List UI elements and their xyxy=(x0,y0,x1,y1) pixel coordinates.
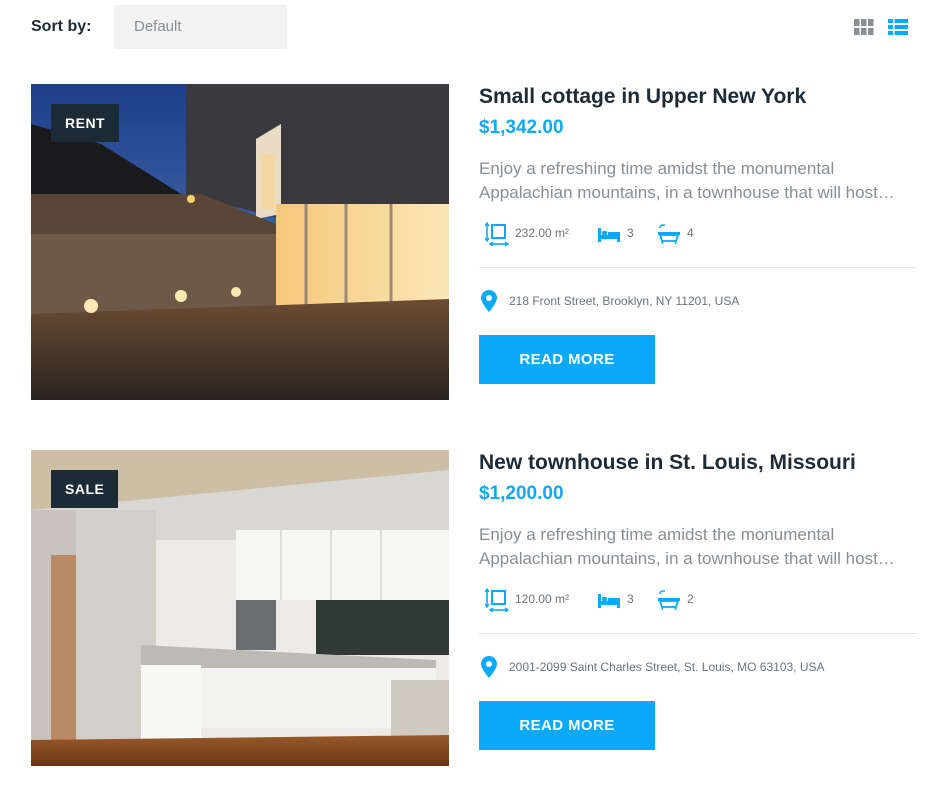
location-pin-icon xyxy=(481,290,497,312)
description-line: Appalachian mountains, in a townhouse th… xyxy=(479,549,895,568)
list-view-icon[interactable] xyxy=(888,19,908,35)
description-line: Enjoy a refreshing time amidst the monum… xyxy=(479,159,835,178)
listing-badge: SALE xyxy=(51,470,119,508)
divider xyxy=(479,267,917,268)
area-feature: 120.00 m² xyxy=(485,588,585,612)
sort-label: Sort by: xyxy=(31,18,92,35)
bed-icon xyxy=(598,228,620,242)
grid-view-icon[interactable] xyxy=(854,19,874,35)
listing-title[interactable]: Small cottage in Upper New York xyxy=(479,85,806,109)
address-text: 2001-2099 Saint Charles Street, St. Loui… xyxy=(509,660,825,674)
description-line: Enjoy a refreshing time amidst the monum… xyxy=(479,525,835,544)
listing-price: $1,200.00 xyxy=(479,483,564,504)
bathrooms-feature: 2 xyxy=(657,588,707,612)
bedrooms-value: 3 xyxy=(627,226,634,240)
read-more-button[interactable]: READ MORE xyxy=(479,701,655,750)
listing-description: Enjoy a refreshing time amidst the monum… xyxy=(479,157,917,205)
listing-info: New townhouse in St. Louis, Missouri $1,… xyxy=(479,450,917,766)
listing-address: 218 Front Street, Brooklyn, NY 11201, US… xyxy=(479,290,917,314)
bathtub-icon xyxy=(658,224,680,245)
sort-toolbar: Sort by: Default xyxy=(31,5,916,49)
listing-address: 2001-2099 Saint Charles Street, St. Loui… xyxy=(479,656,917,680)
area-value: 232.00 m² xyxy=(515,226,570,240)
divider xyxy=(479,633,917,634)
bathtub-icon xyxy=(658,590,680,611)
location-pin-icon xyxy=(481,656,497,678)
area-value: 120.00 m² xyxy=(515,592,570,606)
read-more-button[interactable]: READ MORE xyxy=(479,335,655,384)
listing-photo[interactable]: RENT xyxy=(31,84,449,400)
bed-icon xyxy=(598,594,620,608)
description-line: Appalachian mountains, in a townhouse th… xyxy=(479,183,895,202)
bathrooms-feature: 4 xyxy=(657,222,707,246)
listing-features: 120.00 m² 3 2 xyxy=(485,588,915,612)
view-toggle xyxy=(854,19,916,39)
area-feature: 232.00 m² xyxy=(485,222,585,246)
bedrooms-feature: 3 xyxy=(597,222,647,246)
listing-card: SALE New townhouse in St. Louis, Missour… xyxy=(31,450,917,766)
bathrooms-value: 4 xyxy=(687,226,694,240)
address-text: 218 Front Street, Brooklyn, NY 11201, US… xyxy=(509,294,740,308)
bedrooms-feature: 3 xyxy=(597,588,647,612)
bathrooms-value: 2 xyxy=(687,592,694,606)
area-icon xyxy=(485,588,509,612)
listing-photo[interactable]: SALE xyxy=(31,450,449,766)
bedrooms-value: 3 xyxy=(627,592,634,606)
listing-features: 232.00 m² 3 4 xyxy=(485,222,915,246)
listing-title[interactable]: New townhouse in St. Louis, Missouri xyxy=(479,451,856,475)
listing-description: Enjoy a refreshing time amidst the monum… xyxy=(479,523,917,571)
listing-price: $1,342.00 xyxy=(479,117,564,138)
sort-select[interactable]: Default xyxy=(114,5,287,49)
listing-badge: RENT xyxy=(51,104,120,142)
listing-info: Small cottage in Upper New York $1,342.0… xyxy=(479,84,917,400)
area-icon xyxy=(485,222,509,246)
listing-card: RENT Small cottage in Upper New York $1,… xyxy=(31,84,917,400)
